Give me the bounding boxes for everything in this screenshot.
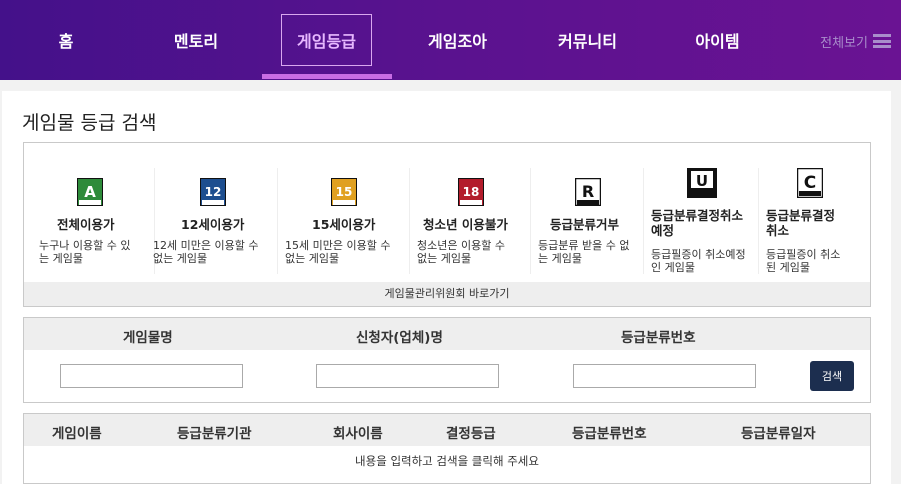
rating-number-label: 등급분류번호 (621, 330, 696, 346)
col-game-name: 게임이름 (52, 426, 102, 442)
page-title: 게임물 등급 검색 (22, 112, 157, 134)
svg-text:12: 12 (205, 185, 222, 199)
rating-all-icon: A (77, 178, 103, 206)
rating-desc: 15세 미만은 이용할 수 없는 게임물 (285, 239, 391, 265)
rating-desc: 등급필증이 취소 된 게임물 (766, 248, 841, 274)
rating-name: 등급분류거부 (550, 217, 620, 232)
nav-item-community[interactable]: 커뮤니티 (545, 0, 630, 80)
rating-cancel-pending-icon: U (687, 168, 717, 198)
view-all-label: 전체보기 (820, 35, 868, 51)
results-header: 게임이름 등급분류기관 회사이름 결정등급 등급분류번호 등급분류일자 (24, 414, 870, 446)
rating-desc: 청소년은 이용할 수 없는 게임물 (417, 239, 505, 265)
hamburger-icon (873, 34, 891, 48)
rating-item-12: 12 12세이용가 12세 미만은 이용할 수 없는 게임물 (153, 168, 278, 288)
svg-text:R: R (582, 182, 594, 201)
rating-item-15: 15 15세이용가 15세 미만은 이용할 수 없는 게임물 (285, 168, 410, 288)
rating-item-18: 18 청소년 이용불가 청소년은 이용할 수 없는 게임물 (417, 168, 531, 288)
rating-desc: 등급필증이 취소예정 인 게임물 (651, 248, 746, 274)
svg-text:A: A (84, 183, 96, 201)
col-rating-date: 등급분류일자 (741, 426, 816, 442)
rating-name: 등급분류결정취소 예정 (651, 208, 744, 238)
nav-item-game-rating[interactable]: 게임등급 (279, 0, 374, 80)
rating-desc: 등급분류 받을 수 없는 게임물 (538, 239, 630, 265)
rating-12-icon: 12 (200, 178, 226, 206)
col-rating-number: 등급분류번호 (572, 426, 647, 442)
applicant-input[interactable] (316, 364, 499, 388)
game-name-input[interactable] (60, 364, 243, 388)
svg-text:U: U (696, 172, 708, 190)
rating-refused-icon: R (575, 178, 601, 206)
rating-item-all: A 전체이용가 누구나 이용할 수 있는 게임물 (39, 168, 155, 288)
svg-text:C: C (804, 173, 816, 193)
nav-label-community: 커뮤니티 (558, 32, 617, 51)
svg-text:15: 15 (336, 185, 353, 199)
search-form: 게임물명 신청자(업체)명 등급분류번호 검색 (23, 317, 871, 403)
search-header: 게임물명 신청자(업체)명 등급분류번호 (24, 318, 870, 350)
applicant-label: 신청자(업체)명 (356, 330, 443, 346)
rating-item-refused: R 등급분류거부 등급분류 받을 수 없는 게임물 (538, 168, 644, 288)
nav-label-home: 홈 (58, 32, 74, 51)
results-table: 게임이름 등급분류기관 회사이름 결정등급 등급분류번호 등급분류일자 내용을 … (23, 413, 871, 484)
rating-desc: 누구나 이용할 수 있는 게임물 (39, 239, 131, 265)
rating-item-cancelled: C 등급분류결정 취소 등급필증이 취소 된 게임물 (766, 168, 866, 288)
rating-15-icon: 15 (331, 178, 357, 206)
rating-name: 15세이용가 (312, 217, 376, 232)
nav-label-item: 아이템 (695, 32, 740, 51)
nav-active-indicator (262, 74, 392, 79)
rating-legend: A 전체이용가 누구나 이용할 수 있는 게임물 12 12세이용가 12세 미… (23, 142, 871, 307)
nav-item-home[interactable]: 홈 (26, 0, 106, 80)
nav-label-mentory: 멘토리 (173, 32, 219, 51)
game-name-label: 게임물명 (123, 330, 173, 346)
search-button[interactable]: 검색 (810, 361, 854, 391)
rating-name: 전체이용가 (57, 217, 115, 232)
rating-name: 등급분류결정 취소 (766, 208, 836, 238)
svg-text:18: 18 (463, 185, 480, 199)
col-decided-rating: 결정등급 (446, 426, 496, 442)
grac-link[interactable]: 게임물관리위원회 바로가기 (24, 282, 870, 306)
rating-name: 청소년 이용불가 (423, 217, 508, 232)
nav-label-game-rating: 게임등급 (281, 14, 372, 66)
nav-item-mentory[interactable]: 멘토리 (156, 0, 236, 80)
results-empty-message: 내용을 입력하고 검색을 클릭해 주세요 (355, 454, 539, 468)
rating-cancelled-icon: C (797, 168, 823, 198)
rating-number-input[interactable] (573, 364, 756, 388)
rating-name: 12세이용가 (181, 217, 245, 232)
rating-18-icon: 18 (458, 178, 484, 206)
col-company: 회사이름 (333, 426, 383, 442)
nav-label-game-joa: 게임조아 (428, 32, 487, 51)
nav-item-item[interactable]: 아이템 (680, 0, 755, 80)
rating-item-cancel-pending: U 등급분류결정취소 예정 등급필증이 취소예정 인 게임물 (651, 168, 759, 288)
view-all-button[interactable]: 전체보기 (820, 30, 891, 52)
nav-item-game-joa[interactable]: 게임조아 (415, 0, 500, 80)
top-nav: 홈 멘토리 게임등급 게임조아 커뮤니티 아이템 전체보기 (0, 0, 901, 80)
col-rating-agency: 등급분류기관 (177, 426, 252, 442)
rating-desc: 12세 미만은 이용할 수 없는 게임물 (153, 239, 259, 265)
